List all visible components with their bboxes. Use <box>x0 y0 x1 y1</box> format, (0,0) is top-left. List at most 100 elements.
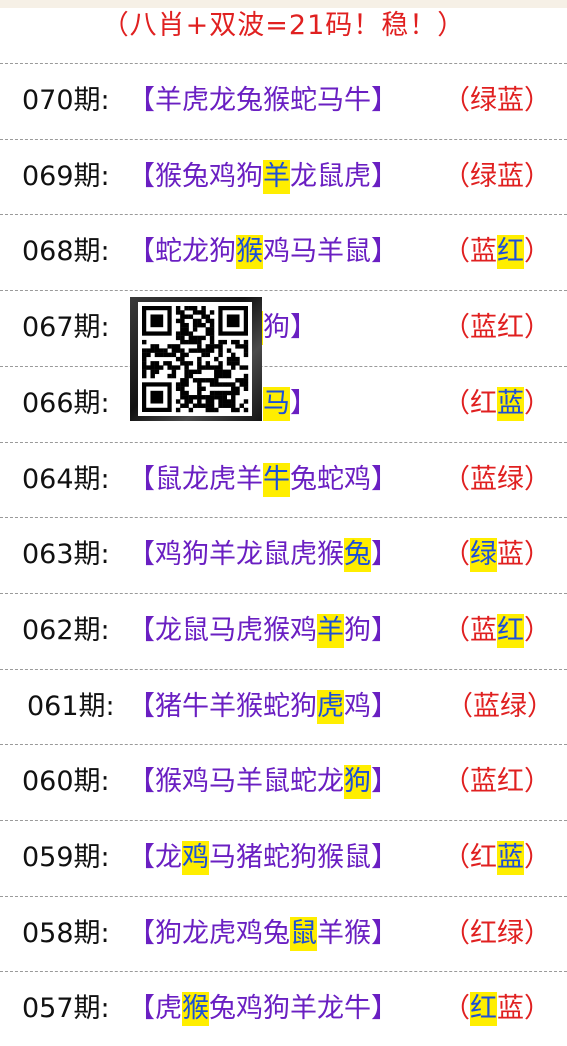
wave-colors: （绿蓝） <box>443 517 551 592</box>
period-label: 062期: <box>22 614 110 646</box>
wave-hit-highlight: 红 <box>470 992 497 1027</box>
period-label: 066期: <box>22 387 110 419</box>
prediction-row: 066期:【鸡猴龙狗马】（红蓝） <box>0 366 567 441</box>
prediction-row: 061期: 【猪牛羊猴蛇狗虎鸡】 （蓝绿） <box>0 669 567 744</box>
wave-colors: （红蓝） <box>443 366 551 441</box>
period-label: 060期: <box>22 766 110 798</box>
zodiac-hit-highlight: 鸡 <box>182 841 209 875</box>
wave-text: （蓝红） <box>443 766 551 798</box>
zodiac-picks: 【羊虎龙兔猴蛇马牛】 <box>128 63 398 138</box>
wave-text: （红绿） <box>443 917 551 949</box>
zodiac-text: 】 <box>371 766 398 798</box>
zodiac-text: 兔蛇鸡】 <box>290 463 398 495</box>
wave-colors: （蓝红） <box>443 593 551 668</box>
zodiac-text: 龙鼠虎】 <box>290 160 398 192</box>
prediction-row: 067期:【龙鼠马虎狗】（蓝红） <box>0 290 567 365</box>
zodiac-picks: 【蛇龙狗猴鸡马羊鼠】 <box>128 214 398 289</box>
wave-colors: （红绿） <box>443 896 551 971</box>
wave-text: （蓝红） <box>443 312 551 344</box>
wave-text: （蓝 <box>443 614 497 646</box>
period-label: 067期: <box>22 312 110 344</box>
zodiac-hit-highlight: 猴 <box>236 235 263 270</box>
zodiac-text: 【蛇龙狗 <box>128 236 236 268</box>
zodiac-picks: 【龙鼠马虎猴鸡羊狗】 <box>128 593 398 668</box>
prediction-row: 063期: 【鸡狗羊龙鼠虎猴兔】 （绿蓝） <box>0 517 567 592</box>
zodiac-hit-highlight: 猴 <box>182 992 209 1027</box>
wave-hit-highlight: 绿 <box>470 538 497 573</box>
zodiac-text: 【羊虎龙兔猴蛇马牛】 <box>128 85 398 116</box>
zodiac-picks: 【鸡狗羊龙鼠虎猴兔】 <box>128 517 398 592</box>
wave-text: （绿蓝） <box>443 85 551 116</box>
period-label: 069期: <box>22 160 110 192</box>
zodiac-text: 【鸡狗羊龙鼠虎猴 <box>128 539 344 571</box>
zodiac-text: 鸡】 <box>344 690 398 722</box>
zodiac-text: 【鼠龙虎羊 <box>128 463 263 495</box>
wave-text: （ <box>443 539 470 571</box>
wave-text: （红 <box>443 387 497 419</box>
zodiac-hit-highlight: 羊 <box>263 159 290 194</box>
wave-colors: （绿蓝） <box>443 63 551 138</box>
wave-colors: （绿蓝） <box>443 139 551 214</box>
period-label: 061期: <box>27 690 115 722</box>
zodiac-text: 狗】 <box>344 614 398 646</box>
zodiac-hit-highlight: 羊 <box>317 613 344 648</box>
zodiac-picks: 【猴兔鸡狗羊龙鼠虎】 <box>128 139 398 214</box>
prediction-row: 064期: 【鼠龙虎羊牛兔蛇鸡】 （蓝绿） <box>0 442 567 517</box>
zodiac-hit-highlight: 马 <box>263 386 290 421</box>
wave-colors: （蓝红） <box>443 744 551 819</box>
zodiac-text: 【虎 <box>128 993 182 1025</box>
wave-hit-highlight: 蓝 <box>497 386 524 421</box>
qr-code-icon <box>138 302 252 416</box>
zodiac-picks: 【猪牛羊猴蛇狗虎鸡】 <box>128 669 398 744</box>
prediction-row: 058期: 【狗龙虎鸡兔鼠羊猴】 （红绿） <box>0 896 567 971</box>
wave-text: ） <box>524 614 551 646</box>
zodiac-text: 鸡马羊鼠】 <box>263 236 398 268</box>
zodiac-hit-highlight: 虎 <box>317 689 344 724</box>
period-label: 064期: <box>22 463 110 495</box>
zodiac-text: 狗】 <box>263 312 317 344</box>
zodiac-picks: 【虎猴兔鸡狗羊龙牛】 <box>128 971 398 1046</box>
period-label: 068期: <box>22 236 110 268</box>
prediction-row: 070期: 【羊虎龙兔猴蛇马牛】 （绿蓝） <box>0 63 567 138</box>
qr-code-overlay[interactable] <box>130 297 262 421</box>
zodiac-picks: 【猴鸡马羊鼠蛇龙狗】 <box>128 744 398 819</box>
wave-hit-highlight: 红 <box>497 613 524 648</box>
zodiac-text: 马猪蛇狗猴鼠】 <box>209 842 398 873</box>
period-label: 063期: <box>22 539 110 571</box>
zodiac-hit-highlight: 鼠 <box>290 916 317 951</box>
wave-hit-highlight: 蓝 <box>497 841 524 875</box>
zodiac-text: 兔鸡狗羊龙牛】 <box>209 993 398 1025</box>
wave-text: ） <box>524 842 551 873</box>
wave-text: （ <box>443 993 470 1025</box>
prediction-row: 062期: 【龙鼠马虎猴鸡羊狗】 （蓝红） <box>0 593 567 668</box>
wave-text: （蓝绿） <box>446 690 554 722</box>
wave-colors: （蓝绿） <box>446 669 554 744</box>
zodiac-hit-highlight: 兔 <box>344 538 371 573</box>
wave-colors: （蓝绿） <box>443 442 551 517</box>
zodiac-text: 羊猴】 <box>317 917 398 949</box>
zodiac-text: 】 <box>290 387 317 419</box>
wave-text: （红 <box>443 842 497 873</box>
zodiac-text: 【狗龙虎鸡兔 <box>128 917 290 949</box>
period-label: 059期: <box>22 842 110 873</box>
wave-text: （蓝 <box>443 236 497 268</box>
zodiac-picks: 【鼠龙虎羊牛兔蛇鸡】 <box>128 442 398 517</box>
wave-text: ） <box>524 387 551 419</box>
prediction-row: 057期: 【虎猴兔鸡狗羊龙牛】 （红蓝） <box>0 971 567 1046</box>
period-label: 070期: <box>22 85 110 116</box>
page: （八肖+双波=21码！稳！） 070期: 【羊虎龙兔猴蛇马牛】 （绿蓝） 069期: 【… <box>0 0 567 1027</box>
wave-colors: （红蓝） <box>443 820 551 895</box>
period-label: 057期: <box>22 993 110 1025</box>
zodiac-picks: 【龙鸡马猪蛇狗猴鼠】 <box>128 820 398 895</box>
page-title: （八肖+双波=21码！稳！） <box>101 10 466 41</box>
zodiac-text: 【龙鼠马虎猴鸡 <box>128 614 317 646</box>
wave-text: （绿蓝） <box>443 160 551 192</box>
wave-text: 蓝） <box>497 539 551 571</box>
wave-text: ） <box>524 236 551 268</box>
prediction-row: 060期: 【猴鸡马羊鼠蛇龙狗】 （蓝红） <box>0 744 567 819</box>
prediction-row: 069期: 【猴兔鸡狗羊龙鼠虎】 （绿蓝） <box>0 139 567 214</box>
period-label: 058期: <box>22 917 110 949</box>
zodiac-hit-highlight: 狗 <box>344 765 371 800</box>
wave-colors: （蓝红） <box>443 214 551 289</box>
wave-text: （蓝绿） <box>443 463 551 495</box>
